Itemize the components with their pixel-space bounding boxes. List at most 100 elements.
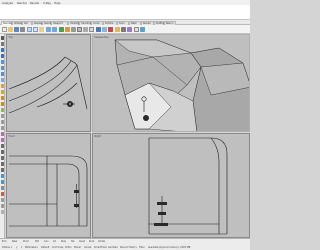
wireframe-icon[interactable] — [96, 26, 101, 32]
status-planar[interactable]: Planar — [74, 246, 81, 249]
join-icon[interactable] — [0, 132, 5, 136]
open-file-icon[interactable] — [8, 26, 13, 32]
paste-icon[interactable] — [39, 26, 44, 32]
tab-set-view[interactable]: Set View — [22, 20, 32, 28]
tab-select[interactable]: Select — [42, 20, 51, 25]
tab-surface-tools[interactable]: Surface Tools — [103, 20, 117, 28]
tab-standard[interactable]: Standard — [1, 20, 13, 25]
osnap-quad[interactable]: Quad — [79, 240, 85, 243]
status-smarttrack[interactable]: SmartTrack — [94, 246, 107, 249]
status-layer[interactable]: Default — [41, 246, 49, 249]
copy-object-icon[interactable] — [0, 150, 5, 154]
cut-icon[interactable] — [27, 26, 32, 32]
viewport-title-front[interactable]: Front — [9, 135, 15, 138]
status-gumball[interactable]: Gumball — [108, 246, 118, 249]
analyze-icon[interactable] — [0, 186, 5, 190]
tab-visibility[interactable]: Visibility — [68, 20, 79, 25]
osnap-cen[interactable]: Cen — [44, 240, 48, 243]
pan-icon[interactable] — [59, 26, 64, 32]
viewport-title-perspective[interactable]: Perspective — [95, 36, 109, 39]
mesh-icon[interactable] — [0, 108, 5, 112]
status-ortho[interactable]: Ortho — [65, 246, 72, 249]
viewport-front[interactable]: Front — [6, 133, 91, 238]
new-file-icon[interactable] — [2, 26, 7, 32]
shaded-icon[interactable] — [102, 26, 107, 32]
dimension-icon[interactable] — [0, 174, 5, 178]
undo-icon[interactable] — [46, 26, 51, 32]
rendered-icon[interactable] — [108, 26, 113, 32]
box-icon[interactable] — [0, 96, 5, 100]
command-area[interactable] — [0, 5, 250, 20]
group-icon[interactable] — [0, 198, 5, 202]
circle-icon[interactable] — [0, 60, 5, 64]
osnap-perp[interactable]: Perp — [61, 240, 66, 243]
viewport-right[interactable]: Right — [92, 133, 250, 238]
rotate-view-icon[interactable] — [65, 26, 70, 32]
print-icon[interactable] — [20, 26, 25, 32]
extrude-icon[interactable] — [0, 90, 5, 94]
lights-icon[interactable] — [115, 26, 120, 32]
copy-icon[interactable] — [33, 26, 38, 32]
polygon-icon[interactable] — [0, 78, 5, 82]
tab-curve-tools[interactable]: Curve Tools — [91, 20, 103, 28]
redo-icon[interactable] — [52, 26, 57, 32]
save-file-icon[interactable] — [14, 26, 19, 32]
menu-panels[interactable]: Panels — [30, 1, 39, 5]
explode-icon[interactable] — [0, 138, 5, 142]
status-filter[interactable]: Filter — [139, 246, 145, 249]
trim-icon[interactable] — [0, 120, 5, 124]
curve-icon[interactable] — [0, 54, 5, 58]
status-osnap[interactable]: Osnap — [84, 246, 91, 249]
viewport-title-right[interactable]: Right — [95, 135, 101, 138]
sphere-icon[interactable] — [0, 102, 5, 106]
osnap-tan[interactable]: Tan — [71, 240, 75, 243]
zoom-window-icon[interactable] — [77, 26, 82, 32]
tab-transform[interactable]: Transform — [79, 20, 92, 25]
tab-render-tools[interactable]: Render Tools — [141, 20, 154, 28]
options-icon[interactable] — [134, 26, 139, 32]
polyline-icon[interactable] — [0, 48, 5, 52]
select-icon[interactable] — [0, 36, 5, 40]
viewport-perspective[interactable]: Perspective — [92, 34, 250, 132]
viewport-top[interactable]: Top — [6, 34, 91, 132]
tab-new-in-v7[interactable]: New in V7 — [164, 20, 176, 28]
layers-icon[interactable] — [121, 26, 126, 32]
osnap-mid[interactable]: Mid — [35, 240, 39, 243]
status-record-history[interactable]: Record History — [120, 246, 137, 249]
zoom-selected-icon[interactable] — [89, 26, 94, 32]
osnap-vertex[interactable]: Vertex — [98, 240, 105, 243]
fillet-icon[interactable] — [0, 114, 5, 118]
tab-cplanes[interactable]: CPlanes — [12, 20, 23, 25]
point-icon[interactable] — [0, 42, 5, 46]
render-icon[interactable] — [0, 192, 5, 196]
move-icon[interactable] — [0, 144, 5, 148]
zoom-extents-icon[interactable] — [83, 26, 88, 32]
arc-icon[interactable] — [0, 66, 5, 70]
menu-vray[interactable]: V-Ray — [43, 1, 51, 5]
properties-icon[interactable] — [127, 26, 132, 32]
menu-render[interactable]: Render — [17, 1, 27, 5]
block-icon[interactable] — [0, 204, 5, 208]
tab-display[interactable]: Display — [32, 20, 42, 25]
rectangle-icon[interactable] — [0, 72, 5, 76]
osnap-near[interactable]: Near — [12, 240, 17, 243]
help-icon[interactable] — [140, 26, 145, 32]
mirror-icon[interactable] — [0, 168, 5, 172]
tab-solid-tools[interactable]: Solid Tools — [117, 20, 129, 28]
zoom-icon[interactable] — [71, 26, 76, 32]
osnap-point[interactable]: Point — [23, 240, 29, 243]
text-icon[interactable] — [0, 180, 5, 184]
tab-viewport-layout[interactable]: Viewport Layout — [51, 20, 68, 28]
menu-help[interactable]: Help — [54, 1, 60, 5]
tab-drafting[interactable]: Drafting — [154, 20, 165, 25]
more-tools-icon[interactable] — [0, 210, 5, 214]
osnap-knot[interactable]: Knot — [89, 240, 94, 243]
surface-icon[interactable] — [0, 84, 5, 88]
split-icon[interactable] — [0, 126, 5, 130]
tab-mesh-tools[interactable]: Mesh Tools — [129, 20, 141, 28]
viewport-title-top[interactable]: Top — [9, 36, 13, 39]
scale-icon[interactable] — [0, 162, 5, 166]
status-grid-snap[interactable]: Grid Snap — [52, 246, 63, 249]
osnap-int[interactable]: Int — [53, 240, 56, 243]
osnap-end[interactable]: End — [2, 240, 6, 243]
